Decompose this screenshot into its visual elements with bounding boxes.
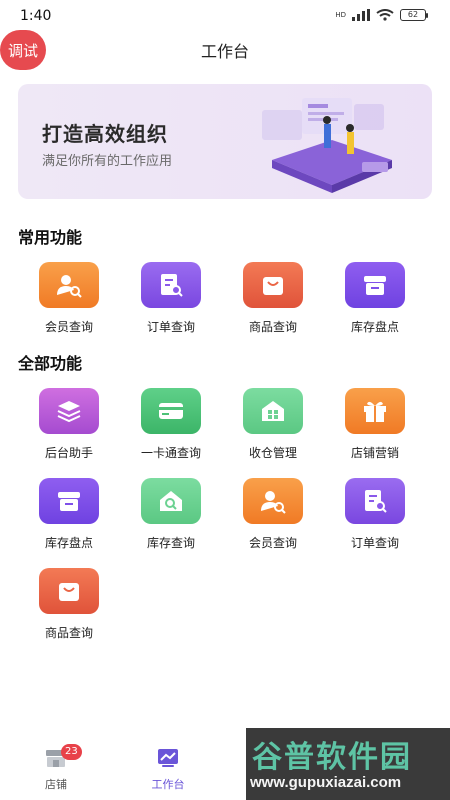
- battery-icon: 62: [400, 9, 428, 21]
- item-label: 会员查询: [248, 536, 297, 550]
- tab-workbench[interactable]: 工作台: [133, 748, 203, 792]
- order-search-icon: [141, 262, 201, 308]
- office-illustration: [262, 98, 392, 193]
- all-item-warehouse-management[interactable]: 收仓管理: [223, 388, 323, 461]
- item-label: 店铺营销: [350, 446, 399, 460]
- all-item-product-search[interactable]: 商品查询: [19, 568, 119, 641]
- banner-subtitle: 满足你所有的工作应用: [42, 154, 173, 169]
- common-section-title: 常用功能: [18, 228, 83, 247]
- item-label: 后台助手: [44, 446, 93, 460]
- banner-title: 打造高效组织: [42, 122, 168, 146]
- hd-indicator: HD: [335, 11, 346, 19]
- layers-icon: [39, 388, 99, 434]
- inventory-box-icon: [39, 478, 99, 524]
- item-label: 库存盘点: [44, 536, 93, 550]
- common-item-member-search[interactable]: 会员查询: [19, 262, 119, 335]
- all-item-order-search[interactable]: 订单查询: [325, 478, 425, 551]
- item-label: 商品查询: [248, 320, 297, 334]
- warehouse-icon: [243, 388, 303, 434]
- all-item-card-search[interactable]: 一卡通查询: [121, 388, 221, 461]
- store-badge: 23: [61, 744, 82, 760]
- status-icons: HD 62: [335, 9, 428, 21]
- common-item-inventory-count[interactable]: 库存盘点: [325, 262, 425, 335]
- item-label: 订单查询: [350, 536, 399, 550]
- promo-banner[interactable]: 打造高效组织 满足你所有的工作应用: [18, 84, 432, 199]
- item-label: 库存查询: [146, 536, 195, 550]
- all-section-title: 全部功能: [18, 354, 83, 373]
- status-bar: 1:40 HD 62: [0, 0, 450, 32]
- watermark-title: 谷普软件园: [252, 740, 412, 775]
- item-label: 库存盘点: [350, 320, 399, 334]
- member-search-icon: [243, 478, 303, 524]
- item-label: 订单查询: [146, 320, 195, 334]
- signal-icon: [352, 9, 370, 21]
- item-label: 收仓管理: [248, 446, 297, 460]
- item-label: 商品查询: [44, 626, 93, 640]
- chart-icon: [158, 749, 178, 767]
- card-icon: [141, 388, 201, 434]
- member-search-icon: [39, 262, 99, 308]
- product-bag-icon: [39, 568, 99, 614]
- item-label: 会员查询: [44, 320, 93, 334]
- watermark-url: www.gupuxiazai.com: [250, 774, 402, 791]
- all-item-member-search[interactable]: 会员查询: [223, 478, 323, 551]
- inventory-box-icon: [345, 262, 405, 308]
- gift-icon: [345, 388, 405, 434]
- common-item-product-search[interactable]: 商品查询: [223, 262, 323, 335]
- house-search-icon: [141, 478, 201, 524]
- product-bag-icon: [243, 262, 303, 308]
- tab-label: 店铺: [45, 778, 67, 791]
- tab-store[interactable]: 23 店铺: [21, 744, 91, 792]
- common-item-order-search[interactable]: 订单查询: [121, 262, 221, 335]
- all-item-inventory-search[interactable]: 库存查询: [121, 478, 221, 551]
- item-label: 一卡通查询: [140, 446, 201, 460]
- all-item-inventory-count[interactable]: 库存盘点: [19, 478, 119, 551]
- wifi-icon: [376, 9, 394, 21]
- site-watermark: 谷普软件园 www.gupuxiazai.com: [246, 728, 450, 800]
- order-search-icon: [345, 478, 405, 524]
- tab-label: 工作台: [151, 778, 185, 791]
- status-time: 1:40: [20, 8, 52, 24]
- all-item-backend-assistant[interactable]: 后台助手: [19, 388, 119, 461]
- page-title: 工作台: [200, 42, 249, 61]
- all-item-store-marketing[interactable]: 店铺营销: [325, 388, 425, 461]
